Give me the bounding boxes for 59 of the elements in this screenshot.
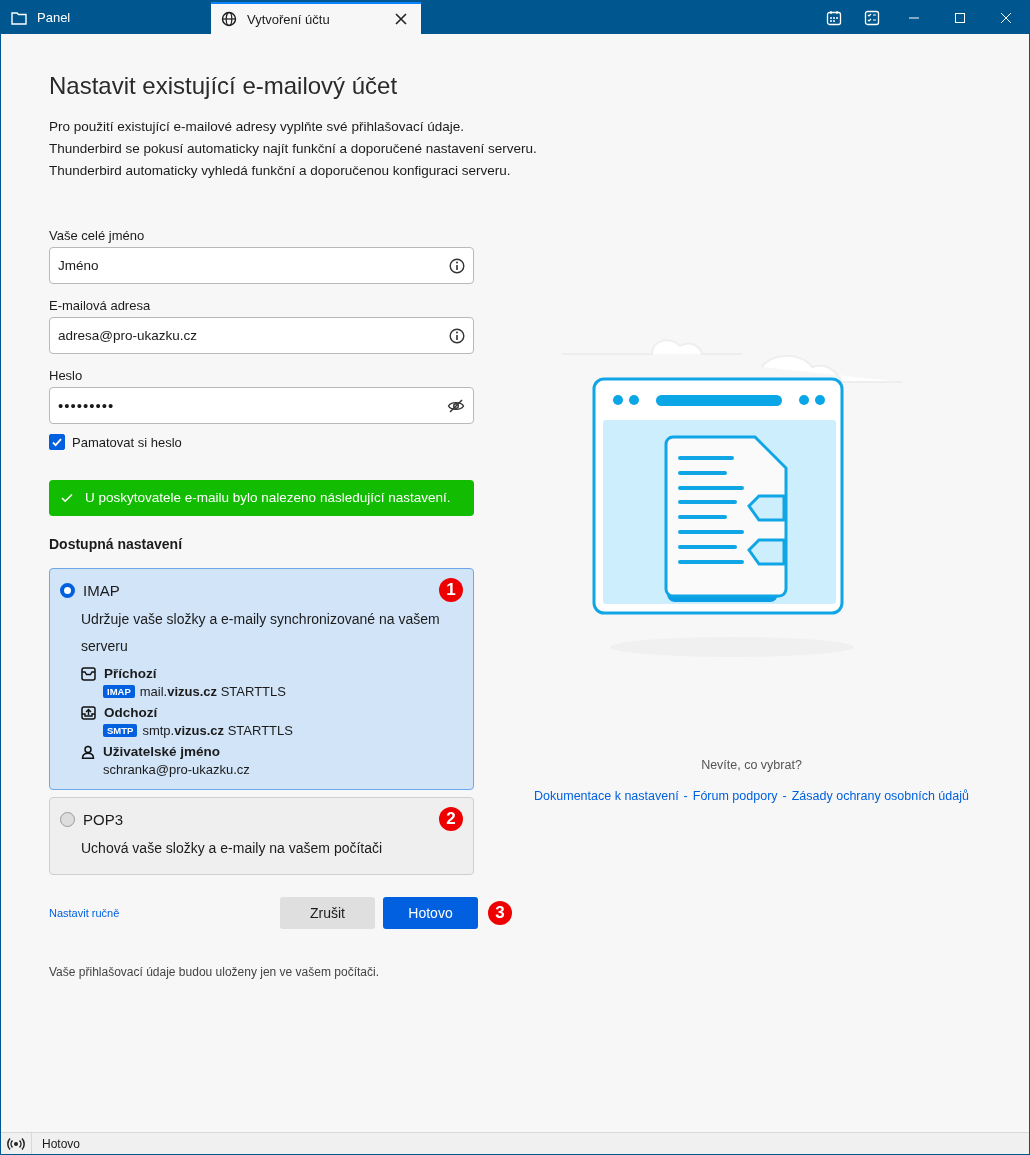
detail-title: Odchozí bbox=[104, 705, 158, 720]
help-link[interactable]: Zásady ochrany osobních údajů bbox=[791, 789, 969, 803]
info-icon[interactable] bbox=[449, 327, 465, 344]
field-label: Vaše celé jméno bbox=[49, 228, 146, 243]
input-field[interactable]: adresa@pro-ukazku.cz bbox=[49, 317, 474, 354]
number-marker: 3 bbox=[488, 901, 512, 925]
calendar-icon[interactable] bbox=[826, 9, 842, 26]
option-card[interactable]: POP3 2 Uchová vaše složky a e-maily na vašem počítači bbox=[49, 797, 474, 875]
inbox-icon bbox=[81, 666, 96, 681]
signal-icon bbox=[7, 1137, 25, 1150]
server-value: smtp.vizus.cz STARTTLS bbox=[142, 723, 293, 738]
checkbox-label[interactable]: Pamatovat si heslo bbox=[72, 434, 182, 450]
input-field[interactable]: Jméno bbox=[49, 247, 474, 284]
page-heading: Nastavit existující e-mailový účet bbox=[49, 72, 399, 100]
hidden-eye-icon[interactable] bbox=[447, 397, 465, 414]
password-field[interactable]: ••••••••• bbox=[49, 387, 474, 424]
tab[interactable]: Panel bbox=[1, 1, 211, 34]
folder-icon bbox=[11, 10, 27, 25]
help-link[interactable]: Fórum podpory bbox=[692, 789, 778, 803]
field-label: E-mailová adresa bbox=[49, 298, 152, 313]
radio-button[interactable] bbox=[60, 811, 75, 827]
detail-title: Uživatelské jméno bbox=[103, 744, 221, 759]
done-button[interactable]: Hotovo bbox=[383, 897, 478, 929]
help-link[interactable]: Dokumentace k nastavení bbox=[534, 789, 679, 803]
field-label: Heslo bbox=[49, 368, 84, 383]
protocol-tag: SMTP bbox=[103, 724, 138, 737]
link-separator: - bbox=[782, 789, 787, 803]
number-marker: 2 bbox=[439, 807, 463, 831]
option-card[interactable]: IMAP 1 Udržuje vaše složky a e-maily synchronizované na vašem serveru Příchozí IMAP mail.vizus.cz STARTTLS Odchozí SMTP smtp.vizus.cz STARTTLS Uživatelské jméno schranka@pro-ukazku.cz bbox=[49, 568, 474, 790]
option-title: IMAP bbox=[83, 581, 120, 599]
protocol-tag: IMAP bbox=[103, 685, 135, 698]
checkmark-icon bbox=[61, 493, 73, 503]
option-title: POP3 bbox=[83, 810, 124, 828]
option-description: Udržuje vaše složky a e-maily synchronizované na vašem serveru bbox=[81, 610, 441, 656]
help-question: Nevíte, co vybrat? bbox=[701, 758, 802, 772]
close-icon[interactable] bbox=[395, 13, 407, 25]
intro-text: Pro použití existující e-mailové adresy vyplňte své přihlašovací údaje. bbox=[49, 118, 464, 136]
detail-title: Příchozí bbox=[104, 666, 157, 681]
checkbox[interactable] bbox=[49, 434, 65, 450]
globe-icon bbox=[221, 11, 237, 27]
intro-text: Thunderbird se pokusí automaticky najít funkční a doporučené nastavení serveru. bbox=[49, 140, 537, 158]
tab[interactable]: Vytvoření účtu bbox=[211, 2, 421, 34]
section-heading: Dostupná nastavení bbox=[49, 536, 184, 552]
radio-button[interactable] bbox=[60, 582, 75, 598]
manual-setup-link[interactable]: Nastavit ručně bbox=[49, 907, 120, 919]
success-message: U poskytovatele e-mailu bylo nalezeno následující nastavení. bbox=[85, 489, 451, 507]
info-icon[interactable] bbox=[449, 257, 465, 274]
task-list-icon[interactable] bbox=[864, 9, 880, 26]
outbox-icon bbox=[81, 705, 96, 720]
option-description: Uchová vaše složky a e-maily na vašem počítači bbox=[81, 839, 384, 858]
link-separator: - bbox=[683, 789, 688, 803]
number-marker: 1 bbox=[439, 578, 463, 602]
user-icon bbox=[81, 744, 95, 759]
status-text: Hotovo bbox=[42, 1136, 81, 1151]
cancel-button[interactable]: Zrušit bbox=[280, 897, 375, 929]
intro-text: Thunderbird automaticky vyhledá funkční a doporučenou konfiguraci serveru. bbox=[49, 162, 511, 180]
server-value: mail.vizus.cz STARTTLS bbox=[139, 684, 286, 699]
privacy-note: Vaše přihlašovací údaje budou uloženy jen ve vašem počítači. bbox=[49, 965, 380, 979]
server-value: schranka@pro-ukazku.cz bbox=[103, 762, 250, 777]
